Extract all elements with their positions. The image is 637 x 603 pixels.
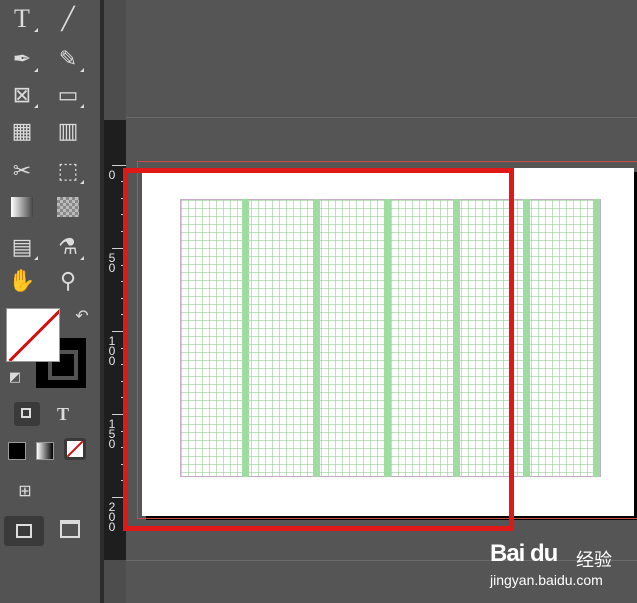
ruler-label: 1 5 0 bbox=[108, 417, 116, 451]
container-icon bbox=[21, 408, 31, 418]
screen-mode-preview-icon[interactable]: ⊞ bbox=[10, 478, 40, 504]
screen-mode-icon[interactable] bbox=[60, 520, 80, 538]
ruler-label: 5 0 bbox=[108, 251, 116, 275]
eyedropper-tool-icon[interactable]: ⚗ bbox=[52, 232, 84, 262]
zoom-tool-icon[interactable]: ⚲ bbox=[52, 266, 84, 296]
scissors-tool-icon[interactable]: ✂ bbox=[6, 156, 38, 186]
normal-screen-mode-button[interactable] bbox=[4, 516, 44, 546]
type-tool-icon[interactable]: T bbox=[6, 4, 38, 34]
rectangle-frame-tool-icon[interactable]: ⊠ bbox=[6, 80, 38, 110]
apply-color-icon[interactable] bbox=[8, 442, 26, 460]
ruler-label: 2 0 0 bbox=[108, 500, 116, 534]
grid-gutter bbox=[593, 199, 600, 477]
rectangle-tool-icon[interactable]: ▭ bbox=[52, 80, 84, 110]
hand-tool-icon[interactable]: ✋ bbox=[6, 266, 38, 296]
swap-fill-stroke-icon[interactable]: ↶ bbox=[70, 304, 94, 328]
ruler-label: 1 0 0 bbox=[108, 334, 116, 368]
gradient-feather-tool-icon[interactable] bbox=[52, 192, 84, 222]
pen-tool-icon[interactable]: ✒ bbox=[6, 44, 38, 74]
fill-swatch[interactable] bbox=[6, 308, 60, 362]
formatting-affects-container-button[interactable] bbox=[14, 402, 40, 426]
watermark-url: jingyan.baidu.com bbox=[490, 572, 603, 588]
pencil-tool-icon[interactable]: ✎ bbox=[52, 44, 84, 74]
grid-gutter bbox=[523, 199, 530, 477]
apply-none-icon bbox=[67, 441, 83, 457]
note-tool-icon[interactable]: ▤ bbox=[6, 232, 38, 262]
column-grid-tool-icon[interactable]: ▥ bbox=[52, 116, 84, 146]
pasteboard-guide-line bbox=[126, 117, 637, 118]
baidu-watermark: Bai du 经验 jingyan.baidu.com bbox=[486, 540, 616, 596]
apply-none-button[interactable] bbox=[64, 438, 86, 460]
watermark-cn-text: 经验 bbox=[576, 550, 612, 570]
gradient-feather-shape bbox=[57, 197, 79, 217]
gradient-swatch-shape bbox=[11, 197, 33, 217]
tools-panel: T ╱ ✒ ✎ ⊠ ▭ ▦ ▥ ✂ ⬚ ▤ ⚗ ✋ ⚲ ↶ ◩ T ⊞ bbox=[0, 0, 100, 603]
red-annotation-box bbox=[123, 168, 514, 531]
ruler-label: 0 bbox=[108, 168, 116, 182]
formatting-affects-text-icon[interactable]: T bbox=[48, 400, 78, 428]
default-fill-stroke-icon[interactable]: ◩ bbox=[4, 366, 26, 388]
free-transform-tool-icon[interactable]: ⬚ bbox=[52, 156, 84, 186]
baidu-logo: Bai du bbox=[490, 540, 558, 567]
gradient-swatch-tool-icon[interactable] bbox=[6, 192, 38, 222]
apply-gradient-icon[interactable] bbox=[36, 442, 54, 460]
normal-screen-mode-icon bbox=[16, 524, 32, 538]
line-tool-icon[interactable]: ╱ bbox=[52, 4, 84, 34]
grid-table-tool-icon[interactable]: ▦ bbox=[6, 116, 38, 146]
